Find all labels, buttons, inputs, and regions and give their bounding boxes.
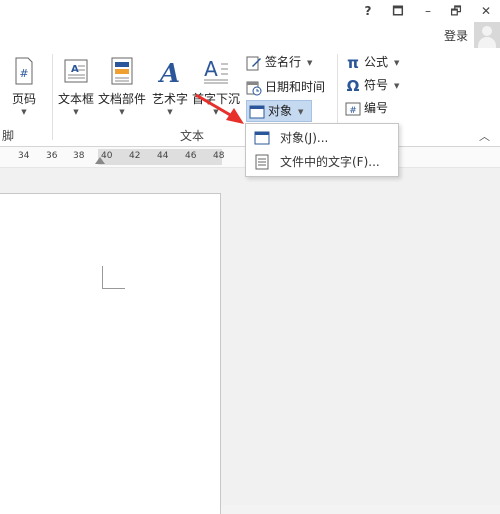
drop-cap-button[interactable]: A 首字下沉 ▼ <box>192 54 240 122</box>
close-button[interactable]: ✕ <box>475 3 497 19</box>
chevron-down-icon: ▼ <box>307 58 313 67</box>
indent-marker-icon[interactable] <box>95 157 105 164</box>
document-text-icon <box>255 154 269 170</box>
ruler-tick: 42 <box>129 151 141 161</box>
page-number-icon: # <box>15 57 33 85</box>
document-page[interactable] <box>0 193 221 514</box>
avatar-head-icon <box>482 26 492 36</box>
ruler-tick: 38 <box>73 151 85 161</box>
restore-button[interactable]: 🗗 <box>445 3 467 19</box>
collapse-ribbon-icon[interactable]: ︿ <box>479 128 490 144</box>
signature-line-button[interactable]: 签名行 ▼ <box>246 52 312 72</box>
chevron-down-icon: ▼ <box>298 107 304 116</box>
chevron-down-icon: ▼ <box>213 108 219 116</box>
symbol-label: 符号 <box>364 78 389 92</box>
avatar-body-icon <box>478 37 496 48</box>
chevron-down-icon: ▼ <box>394 58 400 67</box>
drop-cap-icon: A <box>204 57 228 84</box>
chevron-down-icon: ▼ <box>394 81 400 90</box>
svg-text:A: A <box>157 59 180 86</box>
page-number-button[interactable]: # 页码 ▼ <box>4 54 44 122</box>
object-dropdown-menu: 对象(J)... 文件中的文字(F)... <box>245 123 399 177</box>
object-window-icon <box>254 131 270 145</box>
signature-pen-icon <box>246 56 261 70</box>
omega-icon: Ω <box>346 76 360 95</box>
drop-cap-label: 首字下沉 <box>191 92 240 106</box>
help-button[interactable]: ? <box>357 3 379 19</box>
margin-corner-mark <box>102 266 125 289</box>
text-box-button[interactable]: A 文本框 ▼ <box>56 54 96 122</box>
number-icon: # <box>345 102 361 116</box>
date-time-button[interactable]: 日期和时间 <box>246 77 325 97</box>
ruler-tick: 46 <box>185 151 197 161</box>
text-box-icon: A <box>64 59 88 83</box>
calendar-clock-icon <box>246 81 262 95</box>
svg-text:A: A <box>204 57 218 81</box>
header-footer-group-label: 脚 <box>2 129 15 143</box>
account-bar: 登录 <box>0 22 500 50</box>
quick-parts-icon <box>111 57 133 85</box>
signature-line-label: 签名行 <box>265 55 302 69</box>
quick-parts-button[interactable]: 文档部件 ▼ <box>98 54 146 122</box>
object-window-icon <box>249 105 265 118</box>
ruler-tick: 34 <box>18 151 30 161</box>
ruler-tick: 44 <box>157 151 169 161</box>
symbol-button[interactable]: Ω 符号 ▼ <box>345 75 400 95</box>
date-time-label: 日期和时间 <box>265 80 326 94</box>
number-label: 编号 <box>364 101 389 115</box>
title-bar: ? 🗖 – 🗗 ✕ <box>0 0 500 22</box>
svg-text:A: A <box>71 64 79 75</box>
minimize-button[interactable]: – <box>417 3 439 19</box>
chevron-down-icon: ▼ <box>119 108 125 116</box>
page-number-label: 页码 <box>11 92 36 106</box>
document-area <box>0 168 500 514</box>
chevron-down-icon: ▼ <box>73 108 79 116</box>
text-group-label: 文本 <box>180 129 205 143</box>
login-link[interactable]: 登录 <box>444 27 468 44</box>
chevron-down-icon: ▼ <box>167 108 173 116</box>
wordart-icon: A <box>157 59 180 86</box>
ruler-tick: 48 <box>213 151 225 161</box>
equation-button[interactable]: π 公式 ▼ <box>345 52 399 72</box>
menu-item-object[interactable]: 对象(J)... <box>246 126 398 150</box>
equation-label: 公式 <box>364 55 389 69</box>
svg-text:#: # <box>349 106 357 116</box>
ribbon-display-button[interactable]: 🗖 <box>387 3 409 19</box>
object-dropdown-button[interactable]: 对象 ▼ <box>246 100 312 122</box>
svg-text:#: # <box>19 67 28 80</box>
menu-item-text-from-file-label: 文件中的文字(F)... <box>280 155 380 169</box>
ruler-tick: 36 <box>46 151 58 161</box>
pi-icon: π <box>347 53 359 72</box>
avatar[interactable] <box>474 22 500 48</box>
chevron-down-icon: ▼ <box>21 108 27 116</box>
menu-item-text-from-file[interactable]: 文件中的文字(F)... <box>246 150 398 174</box>
menu-item-object-label: 对象(J)... <box>280 131 329 145</box>
object-label: 对象 <box>268 104 293 118</box>
number-button[interactable]: # 编号 <box>345 98 388 118</box>
wordart-button[interactable]: A 艺术字 ▼ <box>150 54 190 122</box>
